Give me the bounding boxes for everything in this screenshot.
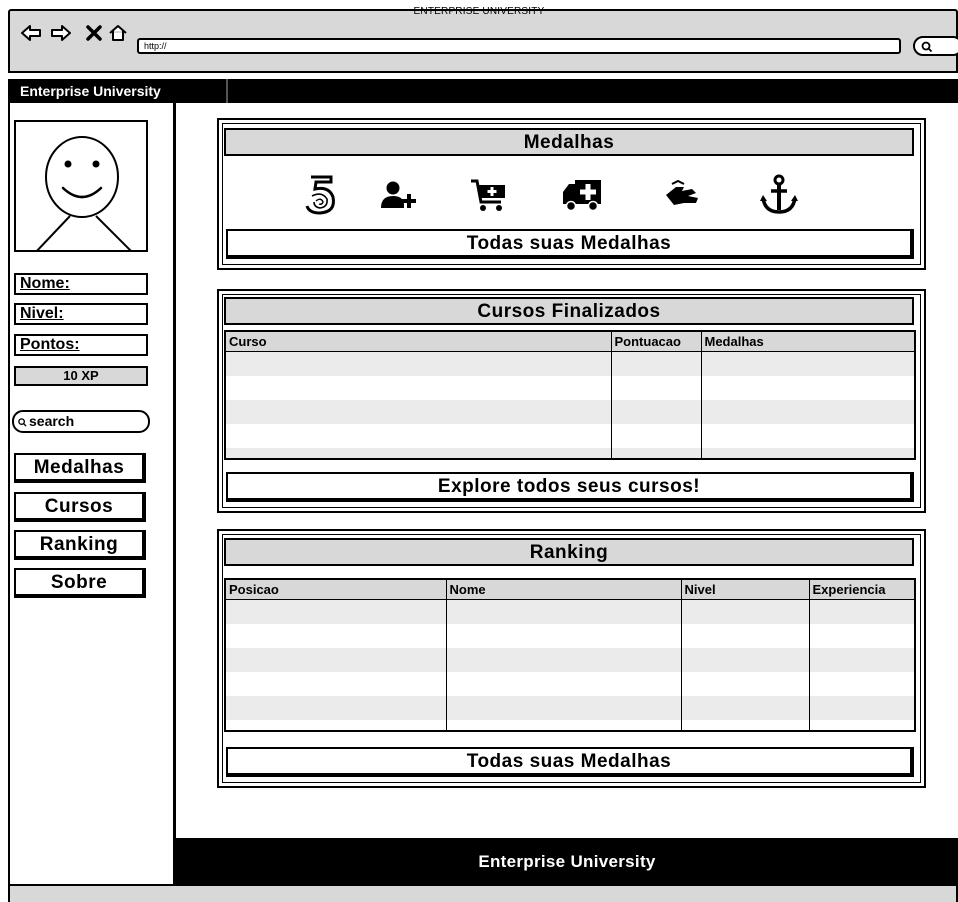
- table-row[interactable]: [225, 696, 915, 720]
- arrow-right-icon: [51, 25, 71, 41]
- table-cell: [700, 400, 915, 424]
- table-cell: [225, 624, 446, 648]
- table-cell: [445, 696, 681, 720]
- arrow-left-icon: [21, 25, 41, 41]
- avatar: [14, 120, 148, 252]
- table-cell: [225, 351, 611, 376]
- nav-cursos-button[interactable]: Cursos: [14, 492, 146, 522]
- nav-ranking-button[interactable]: Ranking: [14, 530, 146, 560]
- table-row[interactable]: [225, 376, 915, 400]
- table-row[interactable]: [225, 720, 915, 731]
- close-icon: [86, 25, 102, 41]
- todas-medalhas-button[interactable]: Todas suas Medalhas: [226, 229, 914, 259]
- column-header-posicao[interactable]: Posicao: [225, 579, 446, 600]
- nivel-field: Nivel:: [14, 303, 148, 325]
- table-cell: [225, 696, 446, 720]
- table-cell: [680, 696, 809, 720]
- table-cell: [808, 672, 915, 696]
- table-cell: [445, 648, 681, 672]
- search-icon: [18, 418, 27, 427]
- table-cell: [808, 696, 915, 720]
- nav-sobre-button[interactable]: Sobre: [14, 568, 146, 598]
- table-cell: [225, 599, 446, 624]
- table-cell: [680, 648, 809, 672]
- table-cell: [700, 424, 915, 448]
- table-cell: [680, 672, 809, 696]
- column-header-nivel[interactable]: Nivel: [680, 579, 809, 600]
- table-cell: [225, 376, 611, 400]
- table-cell: [610, 351, 701, 376]
- table-cell: [700, 351, 915, 376]
- table-cell: [225, 448, 611, 459]
- search-icon: [921, 41, 933, 53]
- nav-medalhas-button[interactable]: Medalhas: [14, 453, 146, 483]
- explore-cursos-button[interactable]: Explore todos seus cursos!: [226, 472, 914, 502]
- column-header-pontuacao[interactable]: Pontuacao: [610, 331, 701, 352]
- table-cell: [808, 624, 915, 648]
- table-row[interactable]: [225, 672, 915, 696]
- table-row[interactable]: [225, 624, 915, 648]
- table-cell: [680, 599, 809, 624]
- sidebar-search-input[interactable]: search: [12, 410, 150, 433]
- table-cell: [680, 624, 809, 648]
- table-cell: [610, 424, 701, 448]
- url-field[interactable]: http://: [137, 38, 901, 54]
- cursos-table: Curso Pontuacao Medalhas: [224, 330, 916, 460]
- table-row[interactable]: [225, 400, 915, 424]
- table-cell: [700, 376, 915, 400]
- footer: Enterprise University: [176, 838, 958, 888]
- home-icon: [109, 25, 127, 41]
- ambulance-icon[interactable]: [558, 172, 608, 218]
- forward-button[interactable]: [50, 22, 72, 44]
- table-cell: [445, 624, 681, 648]
- cursos-title: Cursos Finalizados: [224, 297, 914, 325]
- ranking-title: Ranking: [224, 538, 914, 566]
- column-header-curso[interactable]: Curso: [225, 331, 611, 352]
- table-cell: [610, 376, 701, 400]
- table-cell: [225, 400, 611, 424]
- anchor-icon[interactable]: [754, 172, 804, 218]
- stop-button[interactable]: [83, 22, 105, 44]
- pontos-field: Pontos:: [14, 334, 148, 356]
- table-cell: [808, 720, 915, 731]
- ranking-todas-medalhas-button[interactable]: Todas suas Medalhas: [226, 747, 914, 777]
- sign-language-icon[interactable]: [658, 172, 708, 218]
- home-button[interactable]: [107, 22, 129, 44]
- table-row[interactable]: [225, 351, 915, 376]
- column-header-medalhas[interactable]: Medalhas: [700, 331, 915, 352]
- table-cell: [445, 599, 681, 624]
- status-bar: [8, 884, 958, 902]
- table-cell: [225, 720, 446, 731]
- table-cell: [445, 672, 681, 696]
- window-title: ENTERPRISE UNIVERSITY: [413, 6, 545, 17]
- browser-search-field[interactable]: [913, 36, 958, 56]
- table-row[interactable]: [225, 648, 915, 672]
- table-cell: [700, 448, 915, 459]
- table-cell: [225, 648, 446, 672]
- medalhas-title: Medalhas: [224, 128, 914, 156]
- table-row[interactable]: [225, 599, 915, 624]
- table-cell: [610, 448, 701, 459]
- ranking-table: Posicao Nome Nivel Experiencia: [224, 578, 916, 732]
- column-header-experiencia[interactable]: Experiencia: [808, 579, 915, 600]
- table-cell: [680, 720, 809, 731]
- table-cell: [808, 599, 915, 624]
- table-cell: [225, 672, 446, 696]
- xp-value: 10 XP: [14, 366, 148, 386]
- nome-field: Nome:: [14, 273, 148, 295]
- brand-title[interactable]: Enterprise University: [8, 79, 228, 103]
- table-cell: [225, 424, 611, 448]
- search-placeholder: search: [29, 413, 75, 429]
- table-row[interactable]: [225, 448, 915, 459]
- table-row[interactable]: [225, 424, 915, 448]
- user-avatar-icon: [36, 136, 132, 250]
- back-button[interactable]: [20, 22, 42, 44]
- table-cell: [445, 720, 681, 731]
- add-user-icon[interactable]: [374, 172, 424, 218]
- five-badge-icon[interactable]: [296, 172, 346, 218]
- cart-plus-icon[interactable]: [464, 172, 514, 218]
- table-cell: [808, 648, 915, 672]
- column-header-nome[interactable]: Nome: [445, 579, 681, 600]
- table-cell: [610, 400, 701, 424]
